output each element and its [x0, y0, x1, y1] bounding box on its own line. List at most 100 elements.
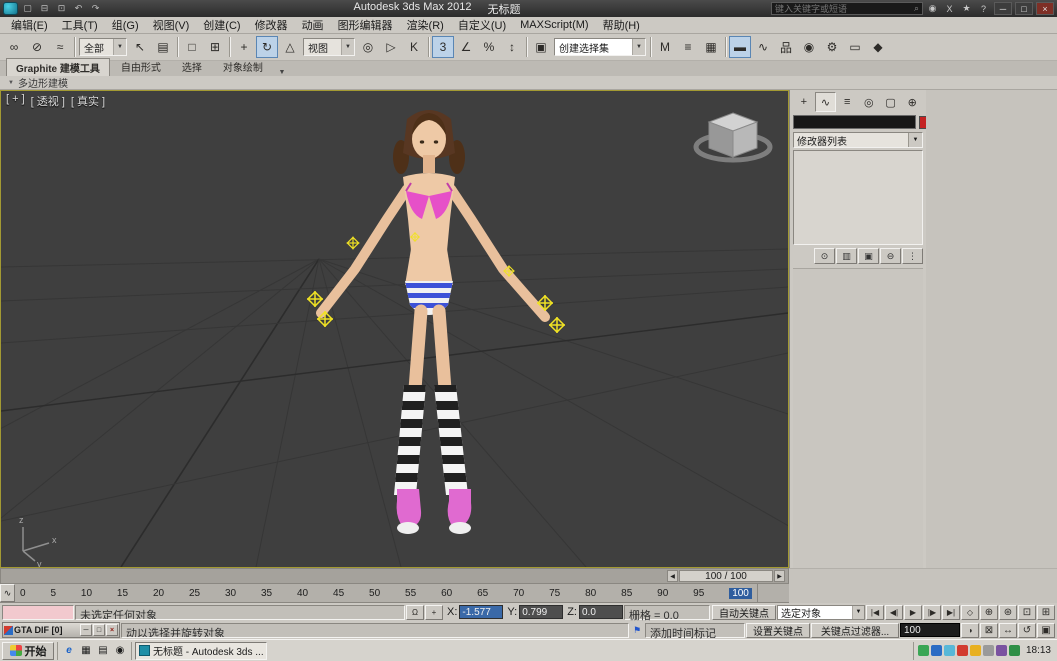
menu-item[interactable]: 组(G) [105, 17, 146, 33]
menu-item[interactable]: 创建(C) [196, 17, 247, 33]
ribbon-options-icon[interactable]: ▼ [274, 69, 290, 76]
quicklaunch-folder-icon[interactable]: ▤ [95, 643, 111, 659]
mini-curve-editor-button[interactable]: ∿ [0, 584, 15, 602]
undo-icon[interactable]: ↶ [71, 3, 86, 14]
favorites-icon[interactable]: ★ [959, 3, 974, 14]
auto-key-button[interactable]: 自动关键点 [712, 604, 776, 620]
spinner-snap-button[interactable]: ↕ [501, 36, 523, 58]
graphite-ribbon-toggle-button[interactable]: ▬ [729, 36, 751, 58]
maximize-button[interactable]: □ [1015, 2, 1033, 15]
go-to-end-button[interactable]: ▶| [942, 604, 960, 620]
time-slider-next-arrow[interactable]: ▶ [774, 570, 785, 582]
menu-item[interactable]: MAXScript(M) [513, 19, 595, 31]
viewport-pov-label[interactable]: [ 透视 ] [31, 93, 65, 109]
menu-item[interactable]: 编辑(E) [4, 17, 55, 33]
snaps-toggle-button[interactable]: 3 [432, 36, 454, 58]
time-slider-prev-arrow[interactable]: ◀ [667, 570, 678, 582]
save-file-icon[interactable]: ⊡ [54, 3, 69, 14]
start-button[interactable]: 开始 [2, 641, 54, 660]
edit-named-sets-button[interactable]: ▣ [530, 36, 552, 58]
taskbar-task-button[interactable]: 无标题 - Autodesk 3ds ... [135, 641, 267, 660]
maxscript-mini-listener[interactable] [2, 604, 74, 620]
unlink-selection-button[interactable]: ⊘ [26, 36, 48, 58]
render-production-button[interactable]: ◆ [867, 36, 889, 58]
time-configuration-button[interactable]: ◑ [961, 622, 979, 638]
select-and-scale-button[interactable]: △ [279, 36, 301, 58]
tray-icon[interactable] [982, 645, 994, 656]
go-to-start-button[interactable]: |◀ [866, 604, 884, 620]
minimize-button[interactable]: ─ [994, 2, 1012, 15]
layer-manager-button[interactable]: ▦ [700, 36, 722, 58]
schematic-view-button[interactable]: 品 [775, 36, 797, 58]
zoom-button[interactable]: ⊕ [980, 604, 998, 620]
tray-icon[interactable] [969, 645, 981, 656]
time-slider[interactable]: ◀ 100 / 100 ▶ [0, 568, 789, 584]
menu-item[interactable]: 修改器 [248, 17, 295, 33]
play-button[interactable]: ▶ [904, 604, 922, 620]
select-and-link-button[interactable]: ∞ [3, 36, 25, 58]
hierarchy-panel-tab[interactable]: ≡ [836, 92, 858, 112]
script-minimize-button[interactable]: ─ [80, 624, 92, 636]
show-end-result-button[interactable]: ▥ [836, 248, 857, 264]
menu-item[interactable]: 图形编辑器 [331, 17, 400, 33]
viewport-canvas[interactable]: z x y [1, 91, 788, 567]
menu-item[interactable]: 自定义(U) [451, 17, 513, 33]
create-panel-tab[interactable]: + [793, 92, 815, 112]
selection-region-button[interactable]: □ [181, 36, 203, 58]
object-name-field[interactable] [793, 115, 916, 129]
help-icon[interactable]: ? [976, 4, 991, 14]
remove-modifier-button[interactable]: ⊖ [880, 248, 901, 264]
zoom-extents-button[interactable]: ⊡ [1018, 604, 1036, 620]
angle-snap-button[interactable]: ∠ [455, 36, 477, 58]
named-selection-sets-dropdown[interactable]: 创建选择集 ▼ [554, 38, 646, 56]
viewport-shading-label[interactable]: [ 真实 ] [71, 93, 105, 109]
selection-set-dropdown[interactable]: 选定对象 ▼ [777, 604, 865, 620]
search-icon[interactable]: ⌕ [914, 3, 919, 14]
viewport-menu-label[interactable]: [ + ] [6, 93, 25, 109]
pan-view-button[interactable]: ↔ [999, 622, 1017, 638]
track-bar[interactable]: ∿ 0 5 10 15 20 25 30 35 40 45 50 55 60 65 70 75 80 85 90 95… [0, 584, 789, 603]
tray-icon[interactable] [943, 645, 955, 656]
close-button[interactable]: × [1036, 2, 1054, 15]
pin-stack-button[interactable]: ⊙ [814, 248, 835, 264]
modifier-stack-list[interactable] [793, 150, 923, 245]
select-by-name-button[interactable]: ▤ [152, 36, 174, 58]
make-unique-button[interactable]: ▣ [858, 248, 879, 264]
mirror-button[interactable]: M [654, 36, 676, 58]
ribbon-tab-graphite[interactable]: Graphite 建模工具 [6, 58, 110, 76]
script-restore-button[interactable]: □ [93, 624, 105, 636]
open-file-icon[interactable]: ⊟ [37, 3, 52, 14]
utilities-panel-tab[interactable]: ⊕ [901, 92, 923, 112]
motion-panel-tab[interactable]: ◎ [858, 92, 880, 112]
lock-selection-button[interactable]: Ω [406, 604, 424, 620]
absolute-mode-button[interactable]: + [425, 604, 443, 620]
quicklaunch-media-icon[interactable]: ◉ [112, 643, 128, 659]
current-frame-field[interactable]: 100 [900, 623, 960, 637]
search-input[interactable] [775, 3, 914, 14]
menu-item[interactable]: 帮助(H) [596, 17, 647, 33]
key-mode-button[interactable]: ◇ [961, 604, 979, 620]
menu-item[interactable]: 视图(V) [146, 17, 197, 33]
ribbon-tab-freeform[interactable]: 自由形式 [111, 57, 171, 76]
tray-icon[interactable] [930, 645, 942, 656]
percent-snap-button[interactable]: % [478, 36, 500, 58]
display-panel-tab[interactable]: ▢ [880, 92, 902, 112]
exchange-apps-icon[interactable]: X [942, 4, 957, 14]
zoom-extents-all-button[interactable]: ⊞ [1037, 604, 1055, 620]
window-crossing-button[interactable]: ⊞ [204, 36, 226, 58]
select-and-rotate-button[interactable]: ↻ [256, 36, 278, 58]
select-and-move-button[interactable]: + [233, 36, 255, 58]
menu-item[interactable]: 渲染(R) [400, 17, 451, 33]
set-key-button[interactable]: 设置关键点 [746, 622, 810, 638]
maximize-viewport-toggle[interactable]: ▣ [1037, 622, 1055, 638]
add-time-tag[interactable]: 添加时间标记 [645, 622, 745, 640]
quicklaunch-desktop-icon[interactable]: ▦ [78, 643, 94, 659]
field-of-view-button[interactable]: ⊠ [980, 622, 998, 638]
keyboard-override-button[interactable]: K [403, 36, 425, 58]
select-object-button[interactable]: ↖ [129, 36, 151, 58]
select-and-manipulate-button[interactable]: ▷ [380, 36, 402, 58]
ribbon-tab-object-paint[interactable]: 对象绘制 [213, 57, 273, 76]
configure-modifier-sets-button[interactable]: ⋮ [902, 248, 923, 264]
material-editor-button[interactable]: ◉ [798, 36, 820, 58]
render-setup-button[interactable]: ⚙ [821, 36, 843, 58]
